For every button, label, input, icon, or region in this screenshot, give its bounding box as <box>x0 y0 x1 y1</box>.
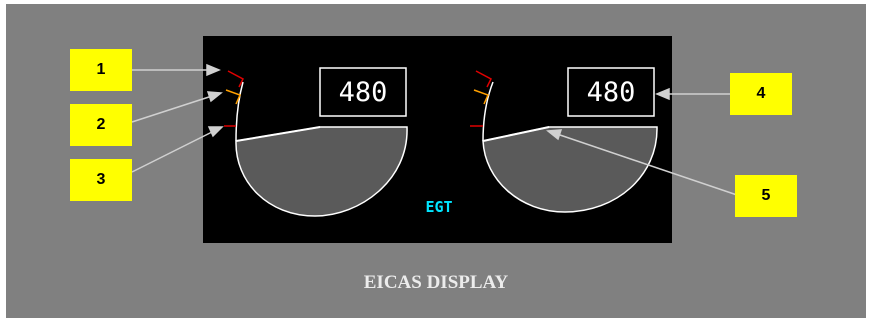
callout-2: 2 <box>70 104 132 146</box>
callout-5: 5 <box>735 175 797 217</box>
leader-arrow-1 <box>206 63 221 77</box>
callout-4: 4 <box>730 73 792 115</box>
diagram-frame: 480 480 EGT 1 2 3 4 5 EICAS DISPLAY <box>0 0 872 322</box>
left-gauge-fill <box>235 126 408 217</box>
callout-3-label: 3 <box>96 171 106 188</box>
callout-4-label: 4 <box>756 85 766 102</box>
callout-3: 3 <box>70 159 132 201</box>
left-redline-marker <box>227 70 244 88</box>
egt-label: EGT <box>425 198 452 216</box>
leader-line-2 <box>131 95 213 123</box>
leader-arrow-3 <box>207 126 224 138</box>
right-egt-gauge: 480 <box>470 67 658 213</box>
eicas-display-caption: EICAS DISPLAY <box>363 272 509 293</box>
callout-2-label: 2 <box>96 116 106 133</box>
leader-line-3 <box>131 130 215 173</box>
right-gauge-fill <box>482 126 658 213</box>
callout-1-label: 1 <box>96 61 106 78</box>
right-redline-marker <box>475 70 492 88</box>
right-gauge-arc <box>482 81 494 142</box>
right-egt-readout: 480 <box>587 77 636 108</box>
leader-arrow-4 <box>655 87 670 101</box>
left-egt-gauge: 480 <box>224 67 408 217</box>
right-amber-limit-marker <box>473 89 490 105</box>
callout-1: 1 <box>70 49 132 91</box>
left-amber-limit-marker <box>225 89 242 105</box>
left-gauge-arc <box>235 81 244 142</box>
callout-5-label: 5 <box>761 187 771 204</box>
leader-arrow-2 <box>206 91 223 103</box>
left-egt-readout: 480 <box>339 77 388 108</box>
